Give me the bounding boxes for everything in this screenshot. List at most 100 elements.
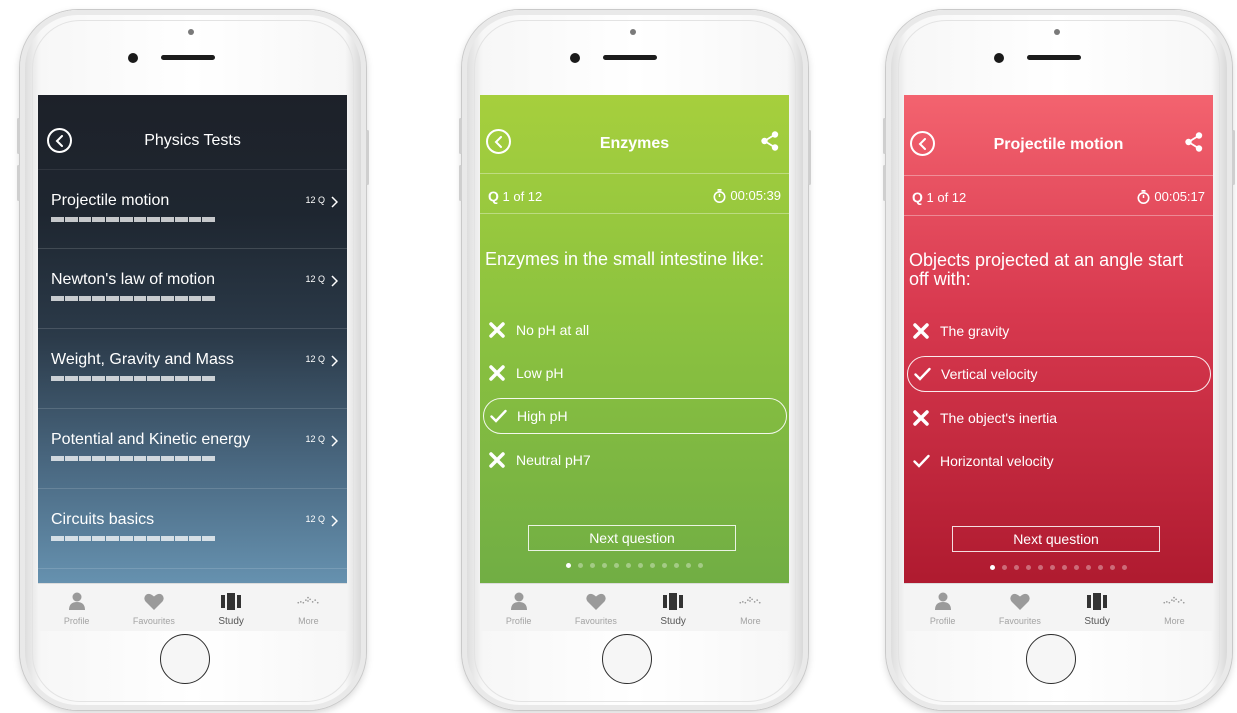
- test-name: Newton's law of motion: [51, 271, 216, 288]
- q-progress: 1 of 12: [502, 189, 543, 204]
- tab-label: Profile: [63, 616, 90, 626]
- page-dot: [674, 563, 679, 568]
- dots-wave-icon: [297, 592, 319, 610]
- answer-option[interactable]: Low pH: [483, 355, 787, 391]
- test-row-newtons-law[interactable]: Newton's law of motion 12 Q: [38, 249, 347, 329]
- divider: [480, 213, 789, 214]
- volume-button: [883, 165, 886, 201]
- next-question-button[interactable]: Next question: [528, 525, 736, 551]
- cross-icon: [911, 323, 931, 339]
- tab-study[interactable]: Study: [1059, 584, 1136, 631]
- page-dot: [698, 563, 703, 568]
- home-button[interactable]: [160, 634, 210, 684]
- next-question-button[interactable]: Next question: [952, 526, 1160, 552]
- tab-profile[interactable]: Profile: [904, 584, 981, 631]
- page-dot: [1050, 565, 1055, 570]
- volume-button: [459, 165, 462, 201]
- tab-label: Favourites: [998, 616, 1041, 626]
- cross-icon: [487, 365, 507, 381]
- sensor-icon: [128, 53, 138, 63]
- heart-icon: [1009, 592, 1031, 610]
- answer-text: High pH: [517, 408, 568, 424]
- answer-option[interactable]: The object's inertia: [907, 400, 1211, 436]
- speaker-grille: [1027, 55, 1081, 60]
- tab-bar: Profile Favourites Study More: [480, 583, 789, 631]
- tab-study[interactable]: Study: [193, 584, 270, 631]
- timer-value: 00:05:17: [1154, 189, 1205, 204]
- tab-profile[interactable]: Profile: [38, 584, 115, 631]
- page-dot: [602, 563, 607, 568]
- page-dot: [590, 563, 595, 568]
- tab-bar: Profile Favourites Study More: [904, 583, 1213, 631]
- page-dot: [1098, 565, 1103, 570]
- home-button[interactable]: [1026, 634, 1076, 684]
- dots-wave-icon: [1163, 592, 1185, 610]
- nav-bar: Physics Tests: [38, 95, 347, 175]
- answer-text: Neutral pH7: [516, 452, 591, 468]
- page-dot: [686, 563, 691, 568]
- cards-icon: [662, 592, 684, 610]
- answer-text: Vertical velocity: [941, 366, 1038, 382]
- page-title: Physics Tests: [144, 132, 241, 149]
- answer-text: Horizontal velocity: [940, 453, 1054, 469]
- progress-segments: [51, 217, 215, 222]
- timer: 00:05:39: [713, 188, 781, 203]
- tab-favourites[interactable]: Favourites: [115, 584, 192, 631]
- answer-option[interactable]: Neutral pH7: [483, 442, 787, 478]
- test-row-weight-gravity-mass[interactable]: Weight, Gravity and Mass 12 Q: [38, 329, 347, 409]
- answer-option[interactable]: Horizontal velocity: [907, 443, 1211, 479]
- sensor-icon: [994, 53, 1004, 63]
- question-counter: Q 1 of 12: [488, 188, 542, 204]
- camera-icon: [188, 29, 194, 35]
- stopwatch-icon: [1137, 189, 1150, 204]
- tab-label: Study: [660, 616, 686, 627]
- power-button: [1232, 130, 1235, 185]
- answer-option-selected[interactable]: Vertical velocity: [907, 356, 1211, 392]
- phone-enzymes-quiz: Enzymes Q 1 of 12 00:05:39 Enzymes in th…: [459, 10, 811, 710]
- tab-label: Profile: [505, 616, 532, 626]
- progress-segments: [51, 456, 215, 461]
- heart-icon: [585, 592, 607, 610]
- home-button[interactable]: [602, 634, 652, 684]
- test-name: Circuits basics: [51, 511, 155, 528]
- share-icon[interactable]: [761, 131, 779, 151]
- page-dot: [578, 563, 583, 568]
- divider: [480, 173, 789, 174]
- phone-projectile-quiz: Projectile motion Q 1 of 12 00:05:17 Obj…: [883, 10, 1235, 710]
- answer-option[interactable]: The gravity: [907, 313, 1211, 349]
- camera-icon: [1054, 29, 1060, 35]
- share-icon[interactable]: [1185, 132, 1203, 152]
- page-dot: [614, 563, 619, 568]
- stopwatch-icon: [713, 188, 726, 203]
- tab-more[interactable]: More: [712, 584, 789, 631]
- test-name: Weight, Gravity and Mass: [51, 351, 234, 368]
- chevron-right-icon: [331, 196, 338, 208]
- tab-label: Study: [1084, 616, 1110, 627]
- screen: Projectile motion Q 1 of 12 00:05:17 Obj…: [904, 95, 1213, 631]
- tab-favourites[interactable]: Favourites: [981, 584, 1058, 631]
- tab-more[interactable]: More: [270, 584, 347, 631]
- power-button: [808, 130, 811, 185]
- tab-label: Profile: [929, 616, 956, 626]
- power-button: [366, 130, 369, 185]
- test-row-potential-kinetic-energy[interactable]: Potential and Kinetic energy 12 Q: [38, 409, 347, 489]
- answer-option-selected[interactable]: High pH: [483, 398, 787, 434]
- test-row-circuits-basics[interactable]: Circuits basics 12 Q: [38, 489, 347, 569]
- test-row-projectile-motion[interactable]: Projectile motion 12 Q: [38, 169, 347, 249]
- speaker-grille: [161, 55, 215, 60]
- test-name: Potential and Kinetic energy: [51, 431, 251, 448]
- tab-more[interactable]: More: [1136, 584, 1213, 631]
- tab-label: More: [740, 616, 761, 626]
- chevron-right-icon: [331, 355, 338, 367]
- progress-segments: [51, 296, 215, 301]
- volume-button: [459, 118, 462, 154]
- tab-study[interactable]: Study: [635, 584, 712, 631]
- tab-profile[interactable]: Profile: [480, 584, 557, 631]
- divider: [904, 175, 1213, 176]
- answer-option[interactable]: No pH at all: [483, 312, 787, 348]
- tab-favourites[interactable]: Favourites: [557, 584, 634, 631]
- person-icon: [508, 592, 530, 610]
- question-count: 12 Q: [305, 195, 325, 205]
- page-dot: [1026, 565, 1031, 570]
- check-icon: [911, 454, 931, 468]
